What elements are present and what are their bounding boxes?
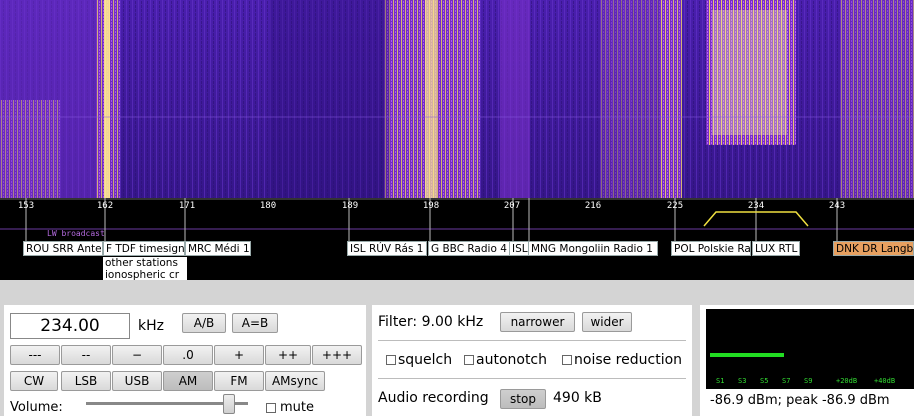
- scale-tick-label: 243: [828, 201, 846, 211]
- tuning-panel: 234.00 kHz A/B A=B --- -- − .0 + ++ +++ …: [4, 305, 366, 416]
- mode-fm-button[interactable]: FM: [214, 371, 264, 391]
- ab-button[interactable]: A/B: [182, 313, 226, 333]
- smeter-tick: +20dB: [836, 377, 858, 385]
- scale-tick-label: 189: [341, 201, 359, 211]
- stop-recording-button[interactable]: stop: [500, 389, 546, 409]
- station-label[interactable]: F TDF timesign: [103, 241, 185, 256]
- step-down-large-button[interactable]: ---: [10, 345, 60, 365]
- filter-bandwidth-label: Filter: 9.00 kHz: [378, 314, 484, 330]
- divider: [378, 378, 686, 379]
- station-label[interactable]: G BBC Radio 4: [428, 241, 510, 256]
- scale-tick-label: 225: [666, 201, 684, 211]
- squelch-label: squelch: [398, 352, 453, 368]
- noise-reduction-label: noise reduction: [574, 352, 683, 368]
- station-stack[interactable]: other stations ionospheric cr: [103, 257, 187, 280]
- smeter-tick: +40dB: [874, 377, 896, 385]
- scale-tick-label: 180: [259, 201, 277, 211]
- mode-amsync-button[interactable]: AMsync: [265, 371, 325, 391]
- autonotch-label: autonotch: [476, 352, 548, 368]
- frequency-scale[interactable]: 153 162 171 180 189 198 207 216 225 234 243 LW bro…: [0, 198, 914, 280]
- station-label[interactable]: ISL RÚV Rás 1: [347, 241, 427, 256]
- stack-line: ionospheric cr: [105, 269, 180, 280]
- scale-tick-label: 162: [96, 201, 114, 211]
- mode-am-button[interactable]: AM: [163, 371, 213, 391]
- station-label[interactable]: MRC Médi 1: [185, 241, 251, 256]
- frequency-input[interactable]: 234.00: [10, 313, 130, 339]
- smeter-tick: S9: [804, 377, 813, 385]
- waterfall-graphic: [0, 0, 914, 198]
- mode-usb-button[interactable]: USB: [112, 371, 162, 391]
- frequency-unit: kHz: [138, 318, 164, 334]
- step-up-medium-button[interactable]: ++: [265, 345, 311, 365]
- smeter-display: S1 S3 S5 S7 S9 +20dB +40dB: [706, 309, 914, 389]
- station-label[interactable]: MNG Mongoliin Radio 1: [528, 241, 658, 256]
- smeter-tick: S7: [782, 377, 791, 385]
- step-up-large-button[interactable]: +++: [312, 345, 362, 365]
- scale-tick-label: 171: [178, 201, 196, 211]
- wider-button[interactable]: wider: [582, 312, 632, 332]
- squelch-checkbox[interactable]: [386, 355, 396, 365]
- step-down-medium-button[interactable]: --: [61, 345, 111, 365]
- mute-label: mute: [280, 400, 314, 415]
- station-label[interactable]: ROU SRR Antena: [23, 241, 103, 256]
- signal-readout: -86.9 dBm; peak -86.9 dBm: [710, 393, 890, 408]
- station-label[interactable]: LUX RTL: [752, 241, 800, 256]
- band-label: LW broadcast: [47, 229, 105, 238]
- scale-tick-label: 207: [503, 201, 521, 211]
- mute-checkbox[interactable]: [266, 403, 276, 413]
- mode-lsb-button[interactable]: LSB: [61, 371, 111, 391]
- signal-level-bar: [710, 353, 784, 357]
- a-equals-b-button[interactable]: A=B: [232, 313, 278, 333]
- mode-cw-button[interactable]: CW: [10, 371, 58, 391]
- narrower-button[interactable]: narrower: [500, 312, 575, 332]
- scale-tick-label: 198: [422, 201, 440, 211]
- smeter-tick: S5: [760, 377, 769, 385]
- audio-recording-label: Audio recording: [378, 390, 489, 406]
- scale-tick-label: 153: [17, 201, 35, 211]
- scale-tick-label: 216: [584, 201, 602, 211]
- volume-slider-thumb[interactable]: [223, 394, 235, 414]
- smeter-tick: S3: [738, 377, 747, 385]
- recording-size: 490 kB: [553, 390, 602, 406]
- volume-label: Volume:: [10, 400, 63, 415]
- filter-panel: Filter: 9.00 kHz narrower wider squelch …: [372, 305, 692, 416]
- stack-line: other stations: [105, 257, 178, 269]
- smeter-panel: S1 S3 S5 S7 S9 +20dB +40dB -86.9 dBm; peak -86…: [700, 305, 914, 416]
- station-label[interactable]: ISL: [509, 241, 529, 256]
- noise-reduction-checkbox[interactable]: [562, 355, 572, 365]
- websdr-window: 153 162 171 180 189 198 207 216 225 234 243 LW bro…: [0, 0, 914, 416]
- station-label[interactable]: POL Polskie Radio: [671, 241, 751, 256]
- station-label[interactable]: DNK DR Langbølge: [833, 241, 914, 256]
- waterfall-display[interactable]: [0, 0, 914, 198]
- divider: [378, 340, 686, 341]
- scale-tick-label: 234: [747, 201, 765, 211]
- smeter-tick: S1: [716, 377, 725, 385]
- autonotch-checkbox[interactable]: [464, 355, 474, 365]
- round-button[interactable]: .0: [163, 345, 213, 365]
- step-up-button[interactable]: +: [214, 345, 264, 365]
- step-down-button[interactable]: −: [112, 345, 162, 365]
